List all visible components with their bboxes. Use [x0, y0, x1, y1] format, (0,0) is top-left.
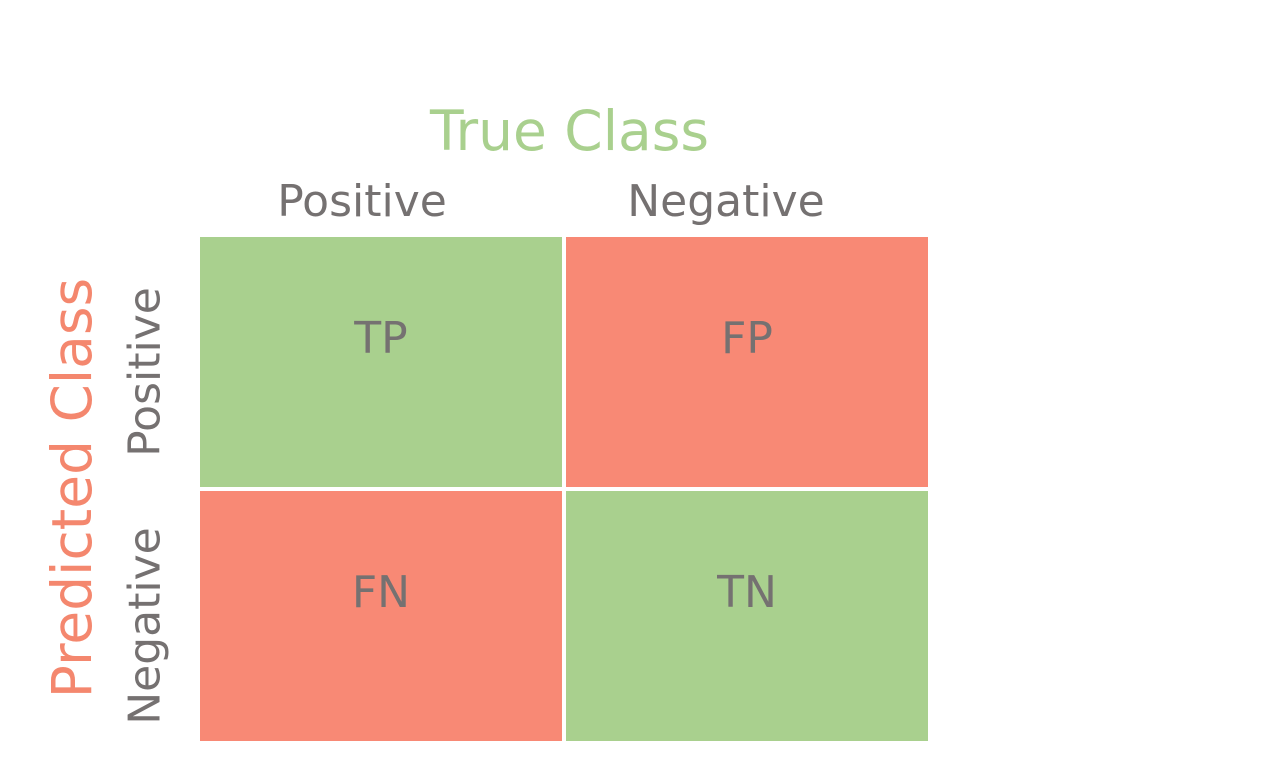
true-class-title: True Class	[430, 99, 710, 163]
matrix-cell-true-positive: TP	[200, 237, 562, 487]
column-header-negative: Negative	[627, 176, 825, 227]
matrix-cell-false-positive: FP	[566, 237, 928, 487]
column-header-positive: Positive	[277, 176, 447, 227]
predicted-class-title: Predicted Class	[40, 277, 104, 699]
matrix-cell-label: TN	[717, 567, 777, 618]
matrix-cell-label: FN	[351, 567, 411, 618]
row-header-positive: Positive	[119, 287, 171, 457]
row-header-negative: Negative	[119, 527, 171, 725]
matrix-cell-label: TP	[354, 313, 408, 364]
matrix-cell-false-negative: FN	[200, 491, 562, 741]
matrix-cell-true-negative: TN	[566, 491, 928, 741]
matrix-cell-label: FP	[721, 313, 773, 364]
